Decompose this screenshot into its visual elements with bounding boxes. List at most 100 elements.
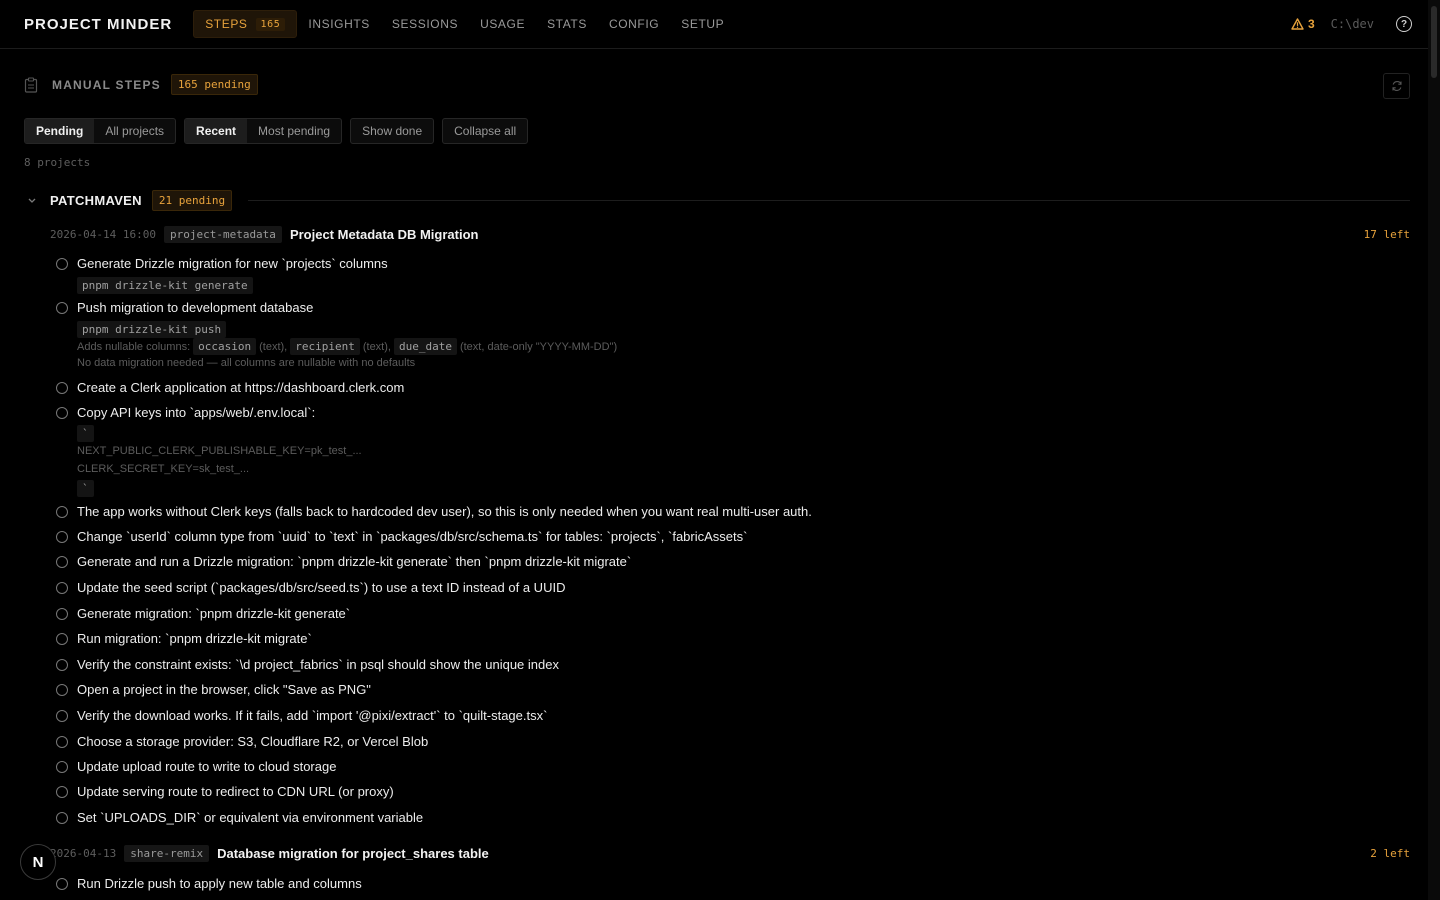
step-checkbox[interactable] bbox=[56, 257, 68, 270]
code-snippet: recipient bbox=[290, 338, 360, 355]
code-snippet: pnpm drizzle-kit generate bbox=[77, 277, 253, 294]
step-checkbox[interactable] bbox=[56, 406, 68, 419]
show-done-button[interactable]: Show done bbox=[350, 118, 435, 144]
step-text: Choose a storage provider: S3, Cloudflar… bbox=[77, 734, 429, 749]
app-title[interactable]: PROJECT MINDER bbox=[24, 16, 172, 33]
step-text: Generate and run a Drizzle migration: `p… bbox=[77, 554, 632, 569]
step-checkbox[interactable] bbox=[56, 877, 68, 890]
step-text: Create a Clerk application at https://da… bbox=[77, 380, 405, 395]
step-text: Set `UPLOADS_DIR` or equivalent via envi… bbox=[77, 810, 424, 825]
step-checkbox[interactable] bbox=[56, 760, 68, 773]
step-text: The app works without Clerk keys (falls … bbox=[77, 504, 812, 519]
step-item[interactable]: Set `UPLOADS_DIR` or equivalent via envi… bbox=[56, 810, 423, 825]
project-group-header[interactable]: PATCHMAVEN 21 pending bbox=[24, 190, 1410, 211]
step-note: CLERK_SECRET_KEY=sk_test_... bbox=[77, 463, 250, 475]
tab-stats[interactable]: STATS bbox=[536, 11, 598, 37]
step-note: NEXT_PUBLIC_CLERK_PUBLISHABLE_KEY=pk_tes… bbox=[77, 445, 362, 457]
step-checkbox[interactable] bbox=[56, 632, 68, 645]
step-item[interactable]: Push migration to development database bbox=[56, 300, 313, 315]
step-checkbox[interactable] bbox=[56, 530, 68, 543]
run-timestamp: 2026-04-13 bbox=[50, 847, 117, 860]
chevron-down-icon[interactable] bbox=[24, 196, 40, 206]
step-item[interactable]: Generate migration: `pnpm drizzle-kit ge… bbox=[56, 606, 350, 621]
step-item[interactable]: Change `userId` column type from `uuid` … bbox=[56, 529, 747, 544]
note-text: (text), bbox=[259, 340, 288, 353]
tab-sessions[interactable]: SESSIONS bbox=[381, 11, 469, 37]
step-item[interactable]: Generate Drizzle migration for new `proj… bbox=[56, 256, 388, 271]
step-checkbox[interactable] bbox=[56, 683, 68, 696]
warnings-button[interactable]: 3 bbox=[1291, 17, 1315, 31]
step-item[interactable]: Generate and run a Drizzle migration: `p… bbox=[56, 554, 631, 569]
step-text: Push migration to development database bbox=[77, 300, 314, 315]
run-tag: project-metadata bbox=[163, 226, 282, 243]
code-snippet: occasion bbox=[193, 338, 257, 355]
step-code-row: ` bbox=[77, 480, 94, 497]
run-title: Database migration for project_shares ta… bbox=[217, 846, 489, 861]
step-code-row: ` bbox=[77, 425, 94, 442]
tab-usage[interactable]: USAGE bbox=[469, 11, 536, 37]
step-item[interactable]: The app works without Clerk keys (falls … bbox=[56, 504, 812, 519]
step-item[interactable]: Update upload route to write to cloud st… bbox=[56, 759, 336, 774]
refresh-button[interactable] bbox=[1383, 73, 1410, 99]
step-checkbox[interactable] bbox=[56, 555, 68, 568]
scrollbar[interactable] bbox=[1428, 0, 1440, 900]
tab-insights[interactable]: INSIGHTS bbox=[297, 11, 380, 37]
step-text: Update serving route to redirect to CDN … bbox=[77, 784, 394, 799]
tab-steps[interactable]: STEPS 165 bbox=[193, 10, 298, 38]
step-checkbox[interactable] bbox=[56, 505, 68, 518]
section-title: MANUAL STEPS bbox=[52, 77, 161, 92]
top-right-tools: 3 C:\dev ? bbox=[1291, 0, 1412, 48]
step-checkbox[interactable] bbox=[56, 811, 68, 824]
filter-all-projects[interactable]: All projects bbox=[94, 119, 175, 143]
step-text: Run Drizzle push to apply new table and … bbox=[77, 876, 362, 891]
code-snippet: pnpm drizzle-kit push bbox=[77, 321, 227, 338]
step-item[interactable]: Update serving route to redirect to CDN … bbox=[56, 784, 394, 799]
step-item[interactable]: Verify the download works. If it fails, … bbox=[56, 708, 547, 723]
step-checkbox[interactable] bbox=[56, 735, 68, 748]
warning-icon bbox=[1291, 18, 1304, 30]
sort-most-pending[interactable]: Most pending bbox=[247, 119, 341, 143]
collapse-all-button[interactable]: Collapse all bbox=[442, 118, 529, 144]
step-checkbox[interactable] bbox=[56, 581, 68, 594]
next-devtools-button[interactable]: N bbox=[20, 844, 56, 880]
step-item[interactable]: Open a project in the browser, click "Sa… bbox=[56, 682, 371, 697]
step-item[interactable]: Run Drizzle push to apply new table and … bbox=[56, 876, 362, 891]
cwd-label[interactable]: C:\dev bbox=[1331, 17, 1374, 31]
step-item[interactable]: Copy API keys into `apps/web/.env.local`… bbox=[56, 405, 315, 420]
step-item[interactable]: Verify the constraint exists: `\d projec… bbox=[56, 657, 559, 672]
step-item[interactable]: Create a Clerk application at https://da… bbox=[56, 380, 404, 395]
code-fence: ` bbox=[77, 425, 94, 442]
project-count: 8 projects bbox=[24, 156, 91, 169]
filter-bar: Pending All projects Recent Most pending… bbox=[24, 118, 529, 144]
step-text: Verify the download works. If it fails, … bbox=[77, 708, 548, 723]
run-header: 2026-04-13 share-remix Database migratio… bbox=[50, 845, 1410, 862]
sort-recent[interactable]: Recent bbox=[185, 119, 248, 143]
step-code-row: pnpm drizzle-kit push bbox=[77, 321, 227, 338]
top-nav: PROJECT MINDER STEPS 165 INSIGHTS SESSIO… bbox=[0, 0, 1440, 49]
step-text: Update upload route to write to cloud st… bbox=[77, 759, 337, 774]
step-checkbox[interactable] bbox=[56, 301, 68, 314]
step-item[interactable]: Choose a storage provider: S3, Cloudflar… bbox=[56, 734, 428, 749]
divider bbox=[248, 200, 1410, 201]
help-icon[interactable]: ? bbox=[1396, 16, 1412, 32]
step-checkbox[interactable] bbox=[56, 709, 68, 722]
scope-toggle: Pending All projects bbox=[24, 118, 177, 144]
run-tag: share-remix bbox=[124, 845, 210, 862]
step-item[interactable]: Update the seed script (`packages/db/src… bbox=[56, 580, 565, 595]
sort-toggle: Recent Most pending bbox=[184, 118, 343, 144]
step-checkbox[interactable] bbox=[56, 658, 68, 671]
step-text: Copy API keys into `apps/web/.env.local`… bbox=[77, 405, 316, 420]
step-text: Change `userId` column type from `uuid` … bbox=[77, 529, 748, 544]
step-item[interactable]: Run migration: `pnpm drizzle-kit migrate… bbox=[56, 631, 312, 646]
step-note: Adds nullable columns: occasion (text), … bbox=[77, 338, 617, 355]
tab-steps-badge: 165 bbox=[255, 17, 286, 31]
step-checkbox[interactable] bbox=[56, 607, 68, 620]
tab-setup[interactable]: SETUP bbox=[670, 11, 735, 37]
filter-pending[interactable]: Pending bbox=[25, 119, 95, 143]
step-checkbox[interactable] bbox=[56, 785, 68, 798]
run-timestamp: 2026-04-14 16:00 bbox=[50, 228, 156, 241]
run-left-count: 17 left bbox=[1363, 228, 1410, 241]
tab-config[interactable]: CONFIG bbox=[598, 11, 670, 37]
scroll-thumb[interactable] bbox=[1431, 6, 1437, 78]
step-checkbox[interactable] bbox=[56, 381, 68, 394]
